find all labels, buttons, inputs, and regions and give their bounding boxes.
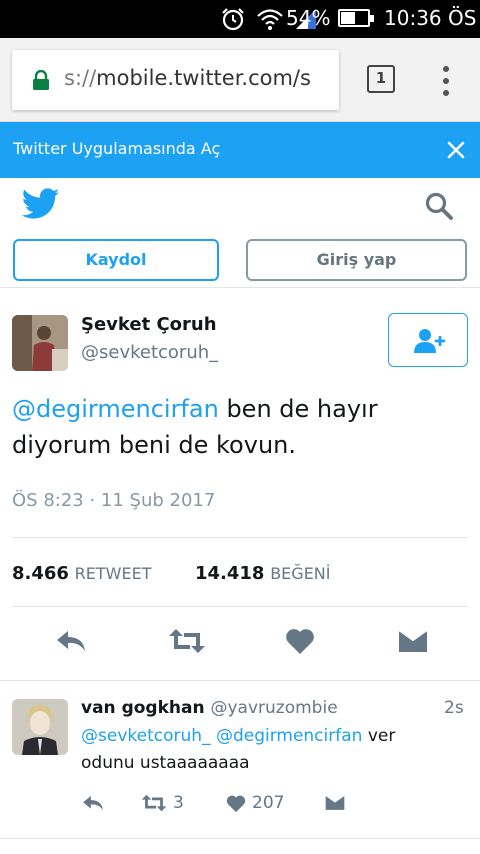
like-button[interactable]: 207 [226,793,284,813]
retweet-button[interactable]: 3 [141,793,184,813]
add-user-icon [414,329,445,353]
divider [12,537,468,538]
direct-message-icon [325,794,345,810]
avatar-photo [12,699,68,755]
url-host: mobile.twitter.com/s [96,66,311,90]
wifi-icon [257,9,283,30]
alarm-icon [222,8,244,31]
clock: 10:36 ÖS [384,6,477,30]
reply-retweet-count: 3 [173,793,184,813]
address-bar[interactable]: s://mobile.twitter.com/s [12,50,339,110]
open-in-app-link[interactable]: Twitter Uygulamasında Aç [13,139,220,158]
divider [0,838,480,839]
retweet-count: 8.466 [12,563,69,584]
retweet-label: RETWEET [74,564,152,583]
tab-switcher-button[interactable]: 1 [367,65,395,93]
twitter-header: Kaydol Giriş yap [0,178,480,288]
like-heart-icon [226,795,246,812]
browser-menu-icon[interactable] [436,64,456,98]
reply-icon [83,795,103,811]
battery-percent: 54% [286,6,331,30]
reply-author-handle: @yavruzombie [210,698,338,718]
like-stat[interactable]: 14.418 BEĞENİ [195,563,330,584]
avatar[interactable] [12,315,68,371]
mention-link[interactable]: @degirmencirfan [216,726,362,746]
reply-like-count: 207 [252,793,285,813]
like-label: BEĞENİ [270,564,331,583]
reply-timestamp: 2s [444,698,464,718]
avatar-photo [12,315,68,371]
lock-icon [33,70,49,90]
close-icon[interactable] [442,136,470,164]
reply-author[interactable]: van gogkhan @yavruzombie [81,698,338,718]
reply-icon[interactable] [54,627,88,655]
login-button[interactable]: Giriş yap [246,239,467,281]
avatar[interactable] [12,699,68,755]
divider [12,606,468,607]
battery-icon [338,9,374,27]
author-name[interactable]: Şevket Çoruh [81,314,217,335]
retweet-stat[interactable]: 8.466 RETWEET [12,563,151,584]
retweet-icon [141,794,167,812]
reply-author-name: van gogkhan [81,698,205,718]
reply-actions: 3 207 [81,793,461,819]
mention-link[interactable]: @sevketcoruh_ [81,726,211,746]
reply-text: @sevketcoruh_ @degirmencirfan ver odunu … [81,723,441,777]
like-heart-icon[interactable] [285,627,315,655]
url-scheme: s:// [64,66,97,90]
tweet-timestamp[interactable]: ÖS 8:23 · 11 Şub 2017 [12,490,215,511]
twitter-bird-icon[interactable] [22,188,60,220]
like-count: 14.418 [195,563,265,584]
tweet-text: @degirmencirfan ben de hayır diyorum ben… [12,391,462,463]
search-icon[interactable] [423,190,455,222]
follow-button[interactable] [388,313,468,367]
direct-message-icon[interactable] [398,627,428,655]
reply-tweet[interactable]: van gogkhan @yavruzombie 2s @sevketcoruh… [0,680,480,845]
dm-button[interactable] [325,793,345,812]
mention-link[interactable]: @degirmencirfan [12,395,219,423]
reply-button[interactable] [81,793,105,813]
status-bar: 54% 10:36 ÖS [0,0,480,38]
url-text: s://mobile.twitter.com/s [64,66,334,90]
browser-toolbar: s://mobile.twitter.com/s 1 [0,38,480,122]
tweet-actions [0,621,480,671]
signup-button[interactable]: Kaydol [13,239,219,281]
open-in-app-banner[interactable]: Twitter Uygulamasında Aç [0,122,480,178]
author-handle[interactable]: @sevketcoruh_ [81,342,218,363]
retweet-icon[interactable] [168,627,206,655]
